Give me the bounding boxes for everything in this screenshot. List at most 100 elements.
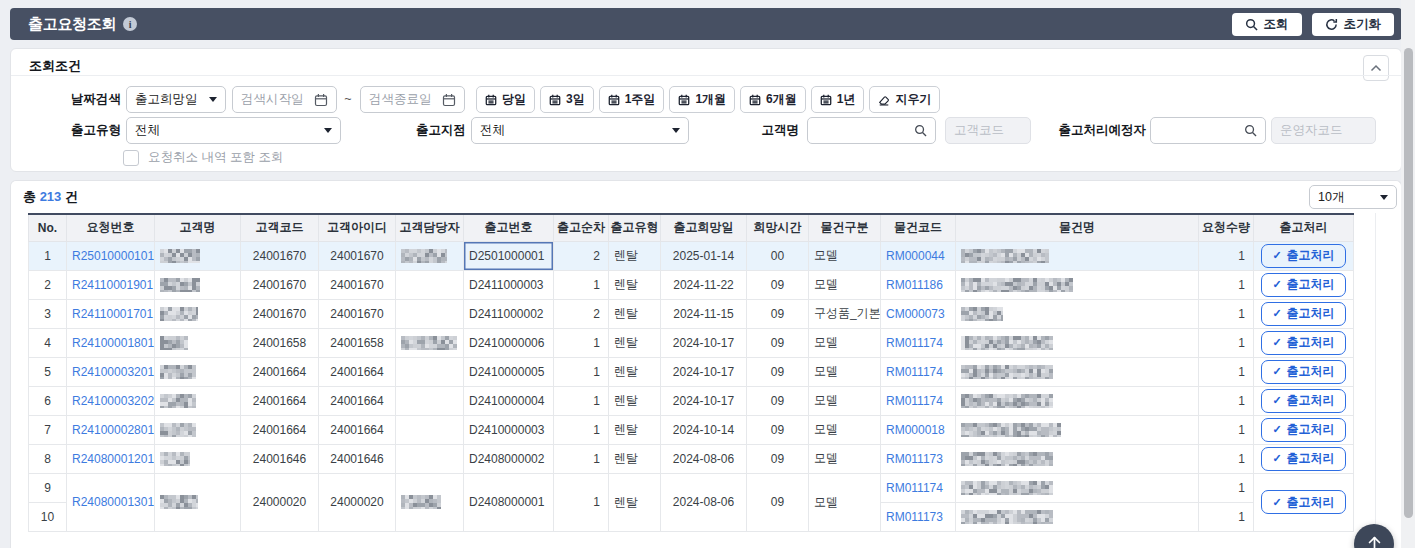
cell-no: 2 <box>29 270 67 299</box>
date-search-label: 날짜검색 <box>51 86 121 113</box>
cell-no: 8 <box>29 444 67 473</box>
cell-item-code: RM011174 <box>881 473 956 502</box>
item-code-link[interactable]: RM011174 <box>886 481 943 495</box>
cell-hope-time: 09 <box>747 386 809 415</box>
clear-button[interactable]: 지우기 <box>869 86 940 113</box>
request-number-link[interactable]: R24100001801 <box>72 336 154 350</box>
range-6months-button[interactable]: 6개월 <box>740 86 806 113</box>
customer-name-input[interactable] <box>807 117 936 144</box>
process-button[interactable]: ✓출고처리 <box>1261 302 1345 326</box>
cell-item-code: CM000073 <box>881 299 956 328</box>
cell-shipping-no: D2501000001 <box>464 241 554 270</box>
item-code-link[interactable]: RM000044 <box>886 249 945 263</box>
cell-no: 10 <box>29 502 67 531</box>
item-code-link[interactable]: RM011174 <box>886 394 943 408</box>
cell-customer-manager <box>396 386 464 415</box>
cell-item-code: RM011173 <box>881 502 956 531</box>
process-button[interactable]: ✓출고처리 <box>1261 418 1345 442</box>
item-code-link[interactable]: RM000018 <box>886 423 945 437</box>
cell-process: ✓출고처리 <box>1254 415 1354 444</box>
cell-qty: 1 <box>1199 299 1254 328</box>
cell-item-name <box>956 270 1199 299</box>
cell-item-code: RM011174 <box>881 357 956 386</box>
end-date-input[interactable]: 검색종료일 <box>360 86 465 113</box>
cell-shipping-type: 렌탈 <box>609 473 661 531</box>
cell-qty: 1 <box>1199 386 1254 415</box>
range-1week-button[interactable]: 1주일 <box>599 86 665 113</box>
process-button[interactable]: ✓출고처리 <box>1261 490 1345 514</box>
calendar-icon <box>820 94 832 106</box>
range-1year-button[interactable]: 1년 <box>811 86 865 113</box>
start-date-input[interactable]: 검색시작일 <box>232 86 337 113</box>
item-code-link[interactable]: RM011174 <box>886 365 943 379</box>
cell-shipping-type: 렌탈 <box>609 444 661 473</box>
range-1month-button[interactable]: 1개월 <box>669 86 735 113</box>
process-button[interactable]: ✓출고처리 <box>1261 273 1345 297</box>
cell-request-no: R24080001201 <box>67 444 155 473</box>
column-header: No. <box>29 214 67 241</box>
search-icon <box>1245 18 1258 31</box>
range-today-button[interactable]: 당일 <box>476 86 535 113</box>
page-size-select[interactable]: 10개 <box>1309 185 1397 209</box>
redacted-text <box>160 307 198 321</box>
check-icon: ✓ <box>1272 394 1281 407</box>
process-button[interactable]: ✓출고처리 <box>1261 389 1345 413</box>
request-number-link[interactable]: R24110001901 <box>72 278 153 292</box>
search-button[interactable]: 조회 <box>1232 13 1302 36</box>
cell-item-name <box>956 357 1199 386</box>
cell-no: 7 <box>29 415 67 444</box>
page-header: 출고요청조회 i 조회 초기화 <box>10 8 1402 40</box>
cell-customer-manager <box>396 328 464 357</box>
redacted-text <box>160 278 200 292</box>
page-scrollbar[interactable] <box>1404 48 1413 518</box>
process-button[interactable]: ✓출고처리 <box>1261 331 1345 355</box>
divider <box>1375 213 1376 548</box>
cell-item-code: RM011173 <box>881 444 956 473</box>
request-number-link[interactable]: R24080001301 <box>72 495 154 509</box>
eraser-icon <box>878 94 890 106</box>
calendar-icon <box>678 94 690 106</box>
process-button[interactable]: ✓출고처리 <box>1261 447 1345 471</box>
branch-select[interactable]: 전체 <box>471 117 689 144</box>
redacted-text <box>160 249 200 263</box>
request-number-link[interactable]: R25010000101 <box>72 249 154 263</box>
cell-qty: 1 <box>1199 473 1254 502</box>
cell-shipping-type: 렌탈 <box>609 241 661 270</box>
date-type-select[interactable]: 출고희망일 <box>126 86 226 113</box>
item-code-link[interactable]: RM011173 <box>886 452 943 466</box>
column-header: 출고순차 <box>554 214 609 241</box>
process-button[interactable]: ✓출고처리 <box>1261 244 1345 268</box>
cell-shipping-seq: 1 <box>554 386 609 415</box>
check-icon: ✓ <box>1272 496 1281 509</box>
item-code-link[interactable]: RM011174 <box>886 336 943 350</box>
range-3days-button[interactable]: 3일 <box>540 86 594 113</box>
request-number-link[interactable]: R24100003202 <box>72 394 154 408</box>
item-code-link[interactable]: RM011186 <box>886 278 943 292</box>
cell-no: 3 <box>29 299 67 328</box>
divider <box>11 75 1401 76</box>
handler-input[interactable] <box>1150 117 1266 144</box>
cell-shipping-type: 렌탈 <box>609 270 661 299</box>
info-icon[interactable]: i <box>123 17 137 31</box>
item-code-link[interactable]: CM000073 <box>886 307 945 321</box>
cell-item-code: RM011186 <box>881 270 956 299</box>
filter-panel-title: 조회조건 <box>29 57 81 75</box>
request-number-link[interactable]: R24100002801 <box>72 423 154 437</box>
ship-type-value: 전체 <box>135 122 160 139</box>
column-header: 고객명 <box>155 214 241 241</box>
reset-button[interactable]: 초기화 <box>1312 13 1395 36</box>
item-code-link[interactable]: RM011173 <box>886 510 943 524</box>
request-number-link[interactable]: R24080001201 <box>72 452 154 466</box>
calendar-icon <box>608 94 620 106</box>
cell-customer-id: 24001646 <box>319 444 396 473</box>
request-number-link[interactable]: R24100003201 <box>72 365 154 379</box>
ship-type-select[interactable]: 전체 <box>126 117 341 144</box>
process-button[interactable]: ✓출고처리 <box>1261 360 1345 384</box>
include-cancel-checkbox[interactable] <box>123 150 139 166</box>
cell-hope-date: 2025-01-14 <box>661 241 747 270</box>
collapse-button[interactable] <box>1363 55 1389 81</box>
request-number-link[interactable]: R24110001701 <box>72 307 153 321</box>
search-button-label: 조회 <box>1264 16 1289 33</box>
cell-customer-name <box>155 473 241 531</box>
cell-shipping-type: 렌탈 <box>609 328 661 357</box>
